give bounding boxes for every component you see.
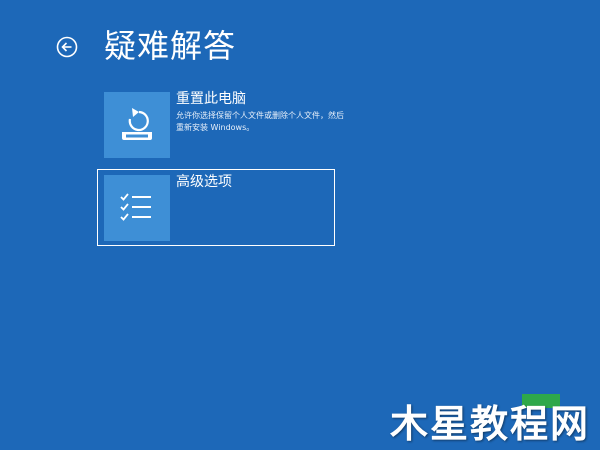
back-button[interactable] [56, 36, 78, 58]
watermark: 木星教程网 [389, 402, 590, 446]
reset-pc-tile [104, 92, 170, 158]
checklist-icon [104, 175, 170, 241]
reset-pc-title: 重置此电脑 [176, 91, 246, 107]
advanced-options-tile [104, 175, 170, 241]
reset-pc-description: 允许你选择保留个人文件或删除个人文件，然后重新安装 Windows。 [176, 111, 344, 132]
reset-pc-option[interactable]: 重置此电脑 允许你选择保留个人文件或删除个人文件，然后重新安装 Windows。 [98, 86, 344, 164]
reset-pc-icon [104, 92, 170, 158]
page-title: 疑难解答 [104, 27, 237, 65]
arrow-left-circle-icon [56, 36, 78, 58]
advanced-options-option[interactable]: 高级选项 [97, 169, 335, 246]
advanced-options-title: 高级选项 [176, 174, 232, 190]
